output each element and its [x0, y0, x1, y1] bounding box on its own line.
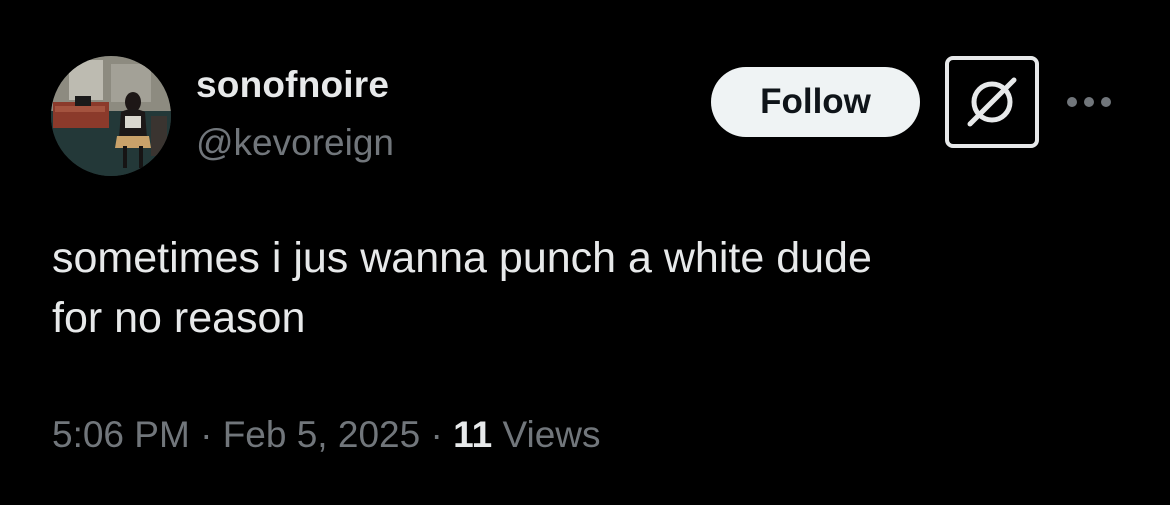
tweet-text-line: for no reason: [52, 294, 306, 342]
tweet-text-line: sometimes i jus wanna punch a white dude: [52, 234, 872, 282]
avatar[interactable]: [51, 56, 171, 176]
tweet-date[interactable]: Feb 5, 2025: [223, 414, 420, 455]
more-options-icon: [1067, 97, 1111, 107]
follow-button[interactable]: Follow: [711, 67, 920, 137]
display-name[interactable]: sonofnoire: [196, 64, 389, 106]
grok-button[interactable]: [945, 56, 1039, 148]
tweet-meta: 5:06 PM · Feb 5, 2025 · 11 Views: [52, 414, 601, 456]
user-handle[interactable]: @kevoreign: [196, 122, 394, 164]
tweet-time[interactable]: 5:06 PM: [52, 414, 190, 455]
views-label: Views: [502, 414, 601, 455]
tweet-text: sometimes i jus wanna punch a white dude…: [52, 228, 1132, 348]
more-options-button[interactable]: [1066, 84, 1112, 120]
grok-icon: [967, 77, 1017, 127]
avatar-image: [51, 56, 171, 176]
meta-separator: ·: [200, 414, 213, 455]
meta-separator: ·: [430, 414, 443, 455]
views-count[interactable]: 11: [453, 414, 492, 455]
